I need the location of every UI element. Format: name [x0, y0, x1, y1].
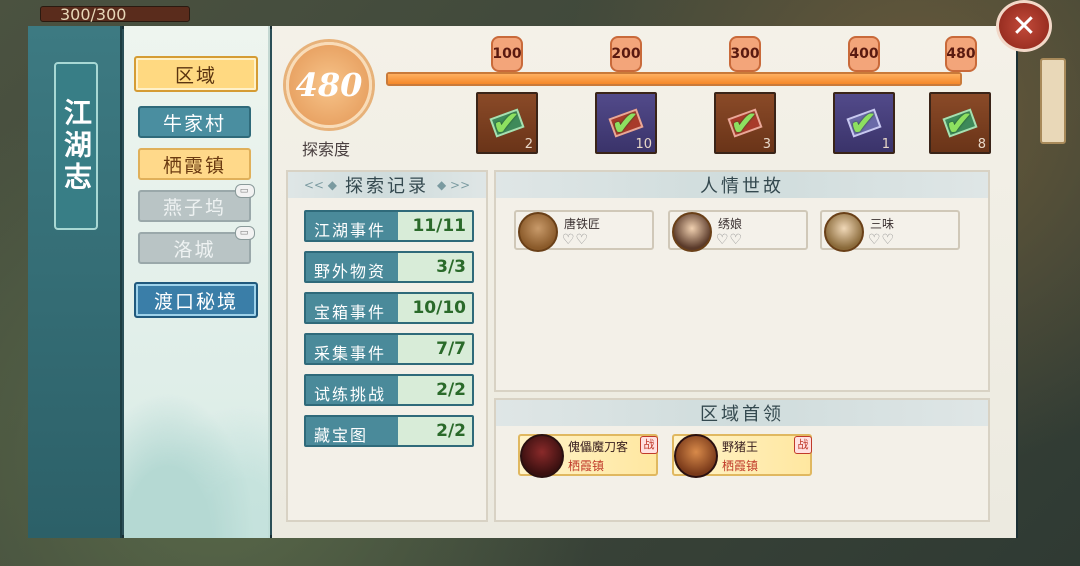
- battle-icon: 战: [640, 436, 658, 454]
- record-label: 野外物资: [314, 262, 387, 281]
- exploration-progress-fill: [388, 74, 960, 84]
- relations-title: 人情世故: [700, 176, 784, 197]
- npc-avatar: [672, 212, 712, 252]
- milestone-200: 200: [610, 36, 642, 72]
- reward-chest[interactable]: ✔ 10: [595, 92, 657, 154]
- heart-icon: ♡♡: [562, 232, 590, 248]
- region-header: 区域: [134, 56, 258, 92]
- record-row: 江湖事件 11/11: [304, 210, 474, 242]
- reward-count: 3: [762, 137, 771, 152]
- records-header: << ◆ 探索记录 ◆ >>: [288, 172, 486, 198]
- milestone-400: 400: [848, 36, 880, 72]
- record-value: 7/7: [436, 339, 466, 359]
- check-icon: ✔: [945, 104, 974, 144]
- record-row: 试练挑战 2/2: [304, 374, 474, 406]
- mountain-decoration: [124, 368, 270, 538]
- heart-icon: ♡♡: [716, 232, 744, 248]
- milestone-480: 480: [945, 36, 977, 72]
- reward-count: 2: [524, 137, 533, 152]
- journal-title-text: 江湖志: [60, 98, 93, 194]
- npc-avatar: [518, 212, 558, 252]
- npc-name: 三味: [870, 217, 895, 231]
- secret-realm-button[interactable]: 渡口秘境: [134, 282, 258, 318]
- record-label: 试练挑战: [314, 385, 387, 404]
- reward-count: 8: [977, 137, 986, 152]
- reward-chest[interactable]: ✔ 8: [929, 92, 991, 154]
- bosses-card: 区域首领 傀儡魔刀客 栖霞镇 战 野猪王 栖霞镇 战: [494, 398, 990, 522]
- boss-avatar: [674, 434, 718, 478]
- reward-count: 1: [881, 137, 890, 152]
- record-value: 11/11: [412, 216, 466, 236]
- lock-icon: ▭: [235, 226, 255, 240]
- npc-card[interactable]: 绣娘 ♡♡: [668, 210, 808, 252]
- boss-card[interactable]: 野猪王 栖霞镇 战: [672, 434, 812, 478]
- record-row: 宝箱事件 10/10: [304, 292, 474, 324]
- hp-bar: 300/300: [40, 0, 200, 24]
- battle-icon: 战: [794, 436, 812, 454]
- record-label: 藏宝图: [314, 426, 369, 445]
- records-card: << ◆ 探索记录 ◆ >> 江湖事件 11/11 野外物资 3/3 宝箱事件 …: [286, 170, 488, 522]
- record-value: 3/3: [436, 257, 466, 277]
- relations-header: 人情世故: [496, 172, 988, 198]
- region-qixiazhen[interactable]: 栖霞镇: [138, 148, 251, 180]
- region-niujiacun[interactable]: 牛家村: [138, 106, 251, 138]
- exploration-label: 探索度: [302, 140, 351, 159]
- exploration-score: 480: [295, 66, 363, 104]
- npc-avatar: [824, 212, 864, 252]
- heart-icon: ♡♡: [868, 232, 896, 248]
- boss-name: 野猪王: [722, 440, 759, 454]
- npc-name: 绣娘: [718, 217, 743, 231]
- region-yanziwu-label: 燕子坞: [162, 196, 226, 219]
- records-title: 探索记录: [345, 176, 429, 197]
- milestone-100: 100: [491, 36, 523, 72]
- record-row: 野外物资 3/3: [304, 251, 474, 283]
- boss-location: 栖霞镇: [568, 459, 605, 473]
- exploration-score-badge: 480: [286, 42, 372, 128]
- npc-card[interactable]: 唐铁匠 ♡♡: [514, 210, 654, 252]
- check-icon: ✔: [492, 104, 521, 144]
- npc-card[interactable]: 三味 ♡♡: [820, 210, 960, 252]
- lock-icon: ▭: [235, 184, 255, 198]
- journal-title: 江湖志: [54, 62, 98, 230]
- header-deco: ◆ >>: [437, 178, 471, 192]
- reward-chest[interactable]: ✔ 3: [714, 92, 776, 154]
- record-label: 采集事件: [314, 344, 387, 363]
- region-nav: 区域 牛家村 栖霞镇 燕子坞 ▭ 洛城 ▭ 渡口秘境: [124, 26, 270, 538]
- region-yanziwu[interactable]: 燕子坞 ▭: [138, 184, 255, 222]
- milestone-300: 300: [729, 36, 761, 72]
- reward-chest[interactable]: ✔ 1: [833, 92, 895, 154]
- region-luocheng[interactable]: 洛城 ▭: [138, 226, 255, 264]
- record-value: 2/2: [436, 421, 466, 441]
- boss-location: 栖霞镇: [722, 459, 759, 473]
- reward-chest[interactable]: ✔ 2: [476, 92, 538, 154]
- header-deco: << ◆: [303, 178, 337, 192]
- exploration-progress: [386, 72, 962, 86]
- record-label: 江湖事件: [314, 221, 387, 240]
- region-luocheng-label: 洛城: [173, 238, 216, 261]
- bosses-header: 区域首领: [496, 400, 988, 426]
- check-icon: ✔: [849, 104, 878, 144]
- record-label: 宝箱事件: [314, 303, 387, 322]
- boss-card[interactable]: 傀儡魔刀客 栖霞镇 战: [518, 434, 658, 478]
- hp-value: 300/300: [60, 5, 127, 24]
- side-scroll-tab[interactable]: [1040, 58, 1066, 144]
- bosses-title: 区域首领: [700, 404, 784, 425]
- npc-name: 唐铁匠: [564, 217, 601, 231]
- reward-count: 10: [635, 137, 652, 152]
- record-value: 2/2: [436, 380, 466, 400]
- close-icon[interactable]: ✕: [996, 0, 1052, 52]
- record-row: 采集事件 7/7: [304, 333, 474, 365]
- record-value: 10/10: [412, 298, 466, 318]
- boss-name: 傀儡魔刀客: [568, 440, 629, 454]
- record-row: 藏宝图 2/2: [304, 415, 474, 447]
- boss-avatar: [520, 434, 564, 478]
- check-icon: ✔: [730, 104, 759, 144]
- relations-card: 人情世故 唐铁匠 ♡♡ 绣娘 ♡♡ 三味 ♡♡: [494, 170, 990, 392]
